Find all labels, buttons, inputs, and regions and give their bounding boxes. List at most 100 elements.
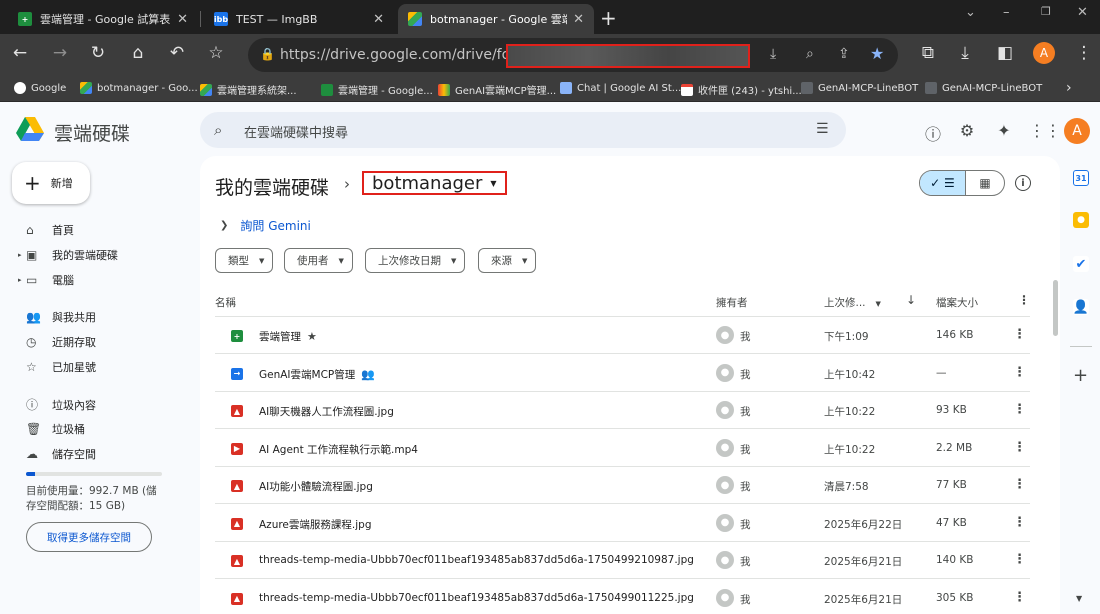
profile-avatar[interactable]: A <box>1033 42 1055 64</box>
table-row[interactable]: ▶ AI Agent 工作流程執行示範.mp4 ● 我 上午10:22 2.2 MB ⋮ <box>215 430 1030 467</box>
more-vert-icon[interactable]: ⋮ <box>1013 440 1026 455</box>
account-avatar[interactable]: A <box>1064 118 1090 144</box>
settings-gear-icon[interactable]: ⚙ <box>957 121 977 141</box>
add-addon-icon[interactable]: + <box>1073 365 1088 386</box>
column-header-owner[interactable]: 擁有者 <box>716 295 748 310</box>
download-icon[interactable]: ⤓ <box>953 43 977 63</box>
grid-view-icon[interactable]: ▦ <box>966 171 1004 195</box>
bookmark-item[interactable]: 雲端管理 - Google... <box>321 82 433 97</box>
caret-right-icon[interactable]: ▸ <box>18 251 26 259</box>
sidebar-item-computers[interactable]: ▸ ▭ 電腦 <box>18 272 74 288</box>
calendar-icon[interactable]: 31 <box>1073 170 1089 186</box>
table-row[interactable]: → GenAI雲端MCP管理 👥 ● 我 上午10:42 — ⋮ <box>215 355 1030 392</box>
bookmark-item[interactable]: GenAI-MCP-LineBOT <box>925 82 1042 94</box>
more-vert-icon[interactable]: ⋮ <box>1018 293 1030 307</box>
menu-icon[interactable]: ⋮ <box>1072 43 1096 63</box>
bookmark-item[interactable]: GenAI-MCP-LineBOT <box>801 82 918 94</box>
scrollbar-thumb[interactable] <box>1053 280 1058 336</box>
sort-arrow-icon[interactable]: ↓ <box>906 293 916 307</box>
close-icon[interactable]: ✕ <box>177 12 188 27</box>
column-header-size[interactable]: 檔案大小 <box>936 295 978 310</box>
sidebar-item-spam[interactable]: ⓘ 垃圾內容 <box>18 396 96 413</box>
gemini-sparkle-icon[interactable]: ✦ <box>994 121 1014 141</box>
install-icon[interactable]: ⤓ <box>770 46 776 62</box>
search-icon[interactable]: ⌕ <box>214 121 222 139</box>
forward-icon[interactable]: → <box>48 43 72 63</box>
list-view-icon[interactable]: ✓ ☰ <box>920 171 966 195</box>
sidebar-item-starred[interactable]: ☆ 已加星號 <box>18 359 96 375</box>
tab-imgbb[interactable]: ibb TEST — ImgBB ✕ <box>204 4 394 34</box>
share-icon[interactable]: ⇪ <box>838 46 850 62</box>
new-tab-icon[interactable]: + <box>600 6 617 30</box>
help-icon[interactable]: ⓘ <box>923 121 943 144</box>
close-icon[interactable]: ✕ <box>373 12 384 27</box>
table-row[interactable]: ▲ AI功能小體驗流程圖.jpg ● 我 清晨7:58 77 KB ⋮ <box>215 467 1030 504</box>
get-more-storage-button[interactable]: 取得更多儲存空間 <box>26 522 152 552</box>
tab-drive[interactable]: botmanager - Google 雲端硬碟 ✕ <box>398 4 594 34</box>
tasks-icon[interactable]: ✔ <box>1073 256 1089 272</box>
home-icon[interactable]: ⌂ <box>126 43 150 63</box>
bookmark-item[interactable]: GenAI雲端MCP管理... <box>438 82 556 97</box>
contacts-icon[interactable]: 👤 <box>1073 299 1089 315</box>
tab-search-icon[interactable]: ⌄ <box>965 5 976 20</box>
table-row[interactable]: ▲ AI聊天機器人工作流程圖.jpg ● 我 上午10:22 93 KB ⋮ <box>215 392 1030 429</box>
close-icon[interactable]: ✕ <box>573 12 584 27</box>
filter-type[interactable]: 類型 ▼ <box>215 248 274 273</box>
table-row[interactable]: + 雲端管理 ★ ● 我 下午1:09 146 KB ⋮ <box>215 317 1030 354</box>
bookmark-item[interactable]: Google <box>14 82 66 94</box>
keep-icon[interactable]: ● <box>1073 212 1089 228</box>
new-button[interactable]: + 新增 <box>12 162 90 204</box>
filter-modified[interactable]: 上次修改日期 ▼ <box>365 248 466 273</box>
window-close-icon[interactable]: ✕ <box>1077 5 1088 20</box>
chevron-right-icon[interactable]: › <box>1066 80 1072 96</box>
more-vert-icon[interactable]: ⋮ <box>1013 477 1026 492</box>
column-header-modified[interactable]: 上次修... ▼ <box>824 295 881 310</box>
bookmarked-star-icon[interactable]: ★ <box>870 44 884 63</box>
apps-grid-icon[interactable]: ⋮⋮ <box>1029 121 1061 141</box>
sidebar-item-storage[interactable]: ☁ 儲存空間 <box>18 446 96 462</box>
sidebar-item-home[interactable]: ⌂ 首頁 <box>18 222 74 238</box>
bookmark-item[interactable]: Chat | Google AI St... <box>560 82 681 94</box>
bookmark-item[interactable]: 雲端管理系統架... <box>200 82 297 97</box>
zoom-icon[interactable]: ⌕ <box>806 46 814 62</box>
search-bar[interactable]: ⌕ 在雲端硬碟中搜尋 ☰ <box>200 112 846 148</box>
sidebar-item-shared[interactable]: 👥 與我共用 <box>18 309 96 325</box>
view-toggle[interactable]: ✓ ☰ ▦ <box>919 170 1005 196</box>
more-vert-icon[interactable]: ⋮ <box>1013 552 1026 567</box>
bookmark-star-icon[interactable]: ☆ <box>204 43 228 63</box>
sidebar-item-recent[interactable]: ◷ 近期存取 <box>18 334 96 350</box>
breadcrumb-root[interactable]: 我的雲端硬碟 <box>215 173 329 200</box>
crop-icon[interactable]: ⧉ <box>916 43 940 63</box>
ask-gemini-link[interactable]: ❯ 詢問 Gemini <box>220 217 311 234</box>
undo-icon[interactable]: ↶ <box>165 43 189 63</box>
scroll-down-icon[interactable]: ▼ <box>1076 594 1082 603</box>
table-row[interactable]: ▲ threads-temp-media-Ubbb70ecf011beaf1934… <box>215 542 1030 579</box>
more-vert-icon[interactable]: ⋮ <box>1013 365 1026 380</box>
column-header-name[interactable]: 名稱 <box>215 295 236 310</box>
bookmark-item[interactable]: 收件匣 (243) - ytshi... <box>681 82 802 97</box>
address-bar[interactable]: 🔒 https://drive.google.com/drive/folders… <box>248 38 898 72</box>
bookmark-item[interactable]: botmanager - Goo... <box>80 82 198 94</box>
more-vert-icon[interactable]: ⋮ <box>1013 515 1026 530</box>
sidebar-item-my-drive[interactable]: ▸ ▣ 我的雲端硬碟 <box>18 247 118 263</box>
breadcrumb-current-folder[interactable]: botmanager ▼ <box>362 171 507 195</box>
table-row[interactable]: ▲ threads-temp-media-Ubbb70ecf011beaf1934… <box>215 580 1030 614</box>
info-icon[interactable]: i <box>1015 175 1031 191</box>
more-vert-icon[interactable]: ⋮ <box>1013 327 1026 342</box>
back-icon[interactable]: ← <box>8 43 32 63</box>
reload-icon[interactable]: ↻ <box>86 43 110 63</box>
drive-logo-icon[interactable] <box>16 116 44 142</box>
search-input[interactable]: 在雲端硬碟中搜尋 <box>244 122 348 141</box>
maximize-icon[interactable]: ❐ <box>1041 5 1051 18</box>
sidebar-item-trash[interactable]: 🗑 垃圾桶 <box>18 421 85 437</box>
search-options-icon[interactable]: ☰ <box>816 121 829 137</box>
more-vert-icon[interactable]: ⋮ <box>1013 590 1026 605</box>
side-panel-icon[interactable]: ◧ <box>993 43 1017 63</box>
filter-source[interactable]: 來源 ▼ <box>478 248 537 273</box>
site-info-icon[interactable]: 🔒 <box>260 47 275 61</box>
caret-right-icon[interactable]: ▸ <box>18 276 26 284</box>
tab-sheets[interactable]: + 雲端管理 - Google 試算表 ✕ <box>8 4 198 34</box>
minimize-icon[interactable]: – <box>1003 5 1010 20</box>
filter-people[interactable]: 使用者 ▼ <box>284 248 353 273</box>
table-row[interactable]: ▲ Azure雲端服務課程.jpg ● 我 2025年6月22日 47 KB ⋮ <box>215 505 1030 542</box>
